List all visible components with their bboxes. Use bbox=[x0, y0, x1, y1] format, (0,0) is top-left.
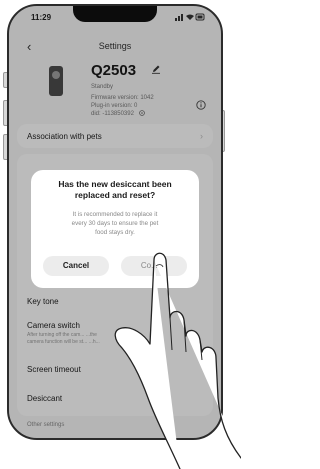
pointing-hand-illustration bbox=[114, 252, 241, 469]
dialog-title-line-1: Has the new desiccant been bbox=[58, 179, 172, 189]
dialog-message: It is recommended to replace it every 30… bbox=[43, 210, 187, 237]
dialog-message-line-1: It is recommended to replace it bbox=[72, 211, 158, 218]
dialog-message-line-2: every 30 days to ensure the pet bbox=[71, 220, 159, 227]
dialog-title-line-2: replaced and reset? bbox=[74, 190, 156, 200]
dialog-title: Has the new desiccant been replaced and … bbox=[37, 179, 193, 201]
dialog-message-line-3: food stays dry. bbox=[95, 229, 135, 236]
